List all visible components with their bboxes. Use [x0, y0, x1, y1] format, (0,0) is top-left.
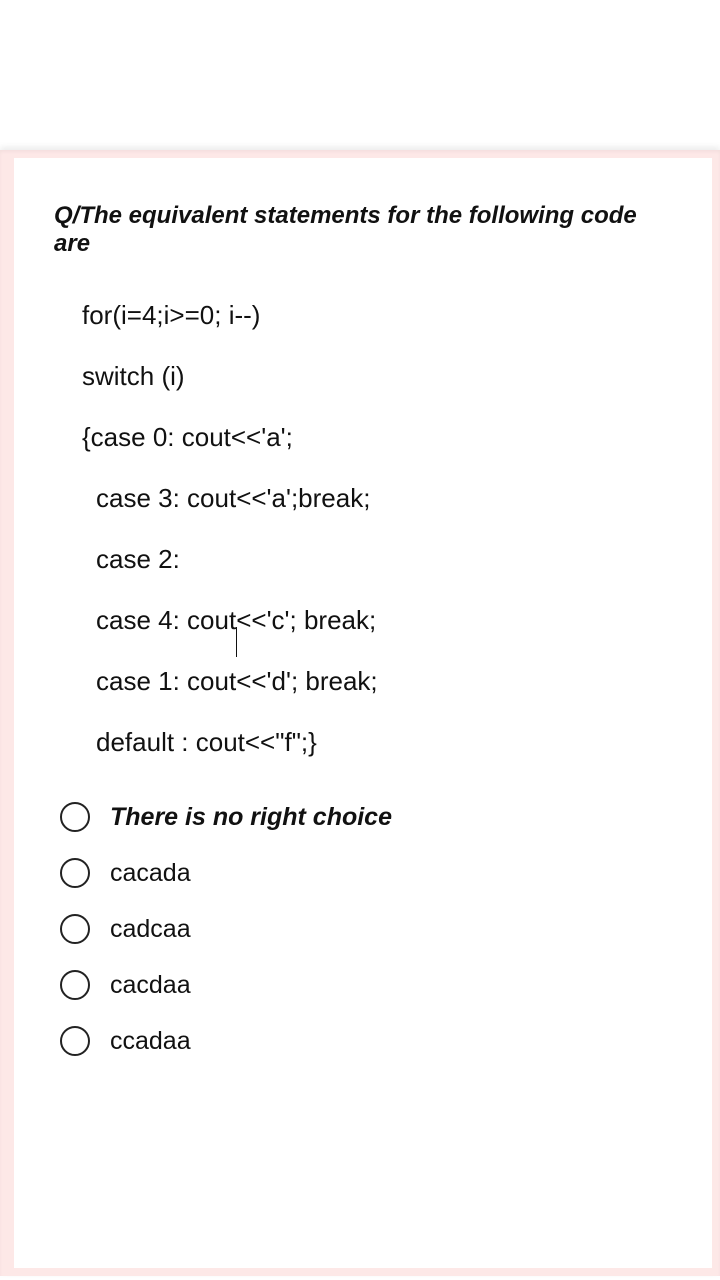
- option-cadcaa[interactable]: cadcaa: [60, 914, 674, 944]
- code-line-default: default : cout<<"f";}: [96, 727, 674, 758]
- question-text: Q/The equivalent statements for the foll…: [54, 202, 674, 258]
- option-ccadaa[interactable]: ccadaa: [60, 1026, 674, 1056]
- code-line-case1: case 1: cout<<'d'; break;: [96, 666, 674, 697]
- option-label: cacada: [110, 859, 191, 888]
- top-blank-area: [0, 0, 720, 150]
- radio-icon: [60, 1026, 90, 1056]
- radio-icon: [60, 858, 90, 888]
- radio-icon: [60, 970, 90, 1000]
- code-block: for(i=4;i>=0; i--) switch (i) {case 0: c…: [82, 300, 674, 758]
- code-line-case2: case 2:: [96, 544, 674, 575]
- option-label: cacdaa: [110, 971, 191, 1000]
- question-card: Q/The equivalent statements for the foll…: [14, 158, 712, 1268]
- radio-icon: [60, 802, 90, 832]
- radio-icon: [60, 914, 90, 944]
- option-cacada[interactable]: cacada: [60, 858, 674, 888]
- code-line-case3: case 3: cout<<'a';break;: [96, 483, 674, 514]
- option-label: ccadaa: [110, 1027, 191, 1056]
- code-line-case0: {case 0: cout<<'a';: [82, 422, 674, 453]
- code-line-switch: switch (i): [82, 361, 674, 392]
- code-line-case4-left: case 4: cout: [96, 605, 236, 635]
- option-no-right-choice[interactable]: There is no right choice: [60, 802, 674, 832]
- outer-card-frame: Q/The equivalent statements for the foll…: [0, 150, 720, 1276]
- answer-options: There is no right choice cacada cadcaa c…: [60, 802, 674, 1056]
- option-label: There is no right choice: [110, 803, 392, 832]
- option-label: cadcaa: [110, 915, 191, 944]
- option-cacdaa[interactable]: cacdaa: [60, 970, 674, 1000]
- code-line-case4-right: <<'c'; break;: [236, 605, 376, 635]
- code-line-case4: case 4: cout<<'c'; break;: [96, 605, 674, 636]
- code-line-for: for(i=4;i>=0; i--): [82, 300, 674, 331]
